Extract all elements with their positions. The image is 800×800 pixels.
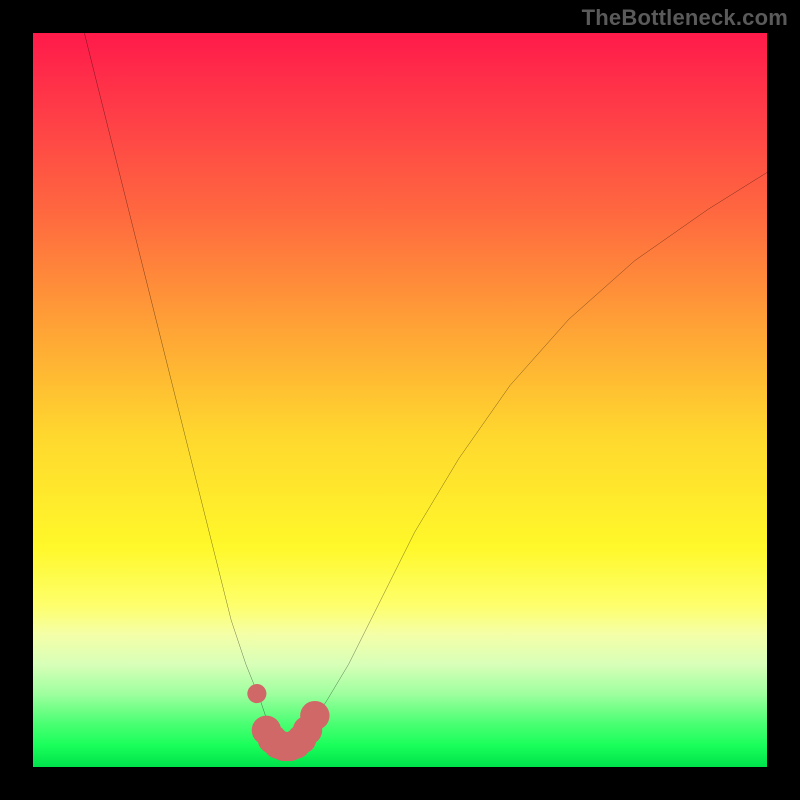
- marker-bottom-blob: [300, 701, 329, 730]
- curve-markers: [247, 684, 329, 761]
- watermark-text: TheBottleneck.com: [582, 5, 788, 31]
- plot-area: [33, 33, 767, 767]
- marker-left: [247, 684, 266, 703]
- curve-svg: [33, 33, 767, 767]
- bottleneck-curve: [84, 33, 767, 745]
- chart-frame: TheBottleneck.com: [0, 0, 800, 800]
